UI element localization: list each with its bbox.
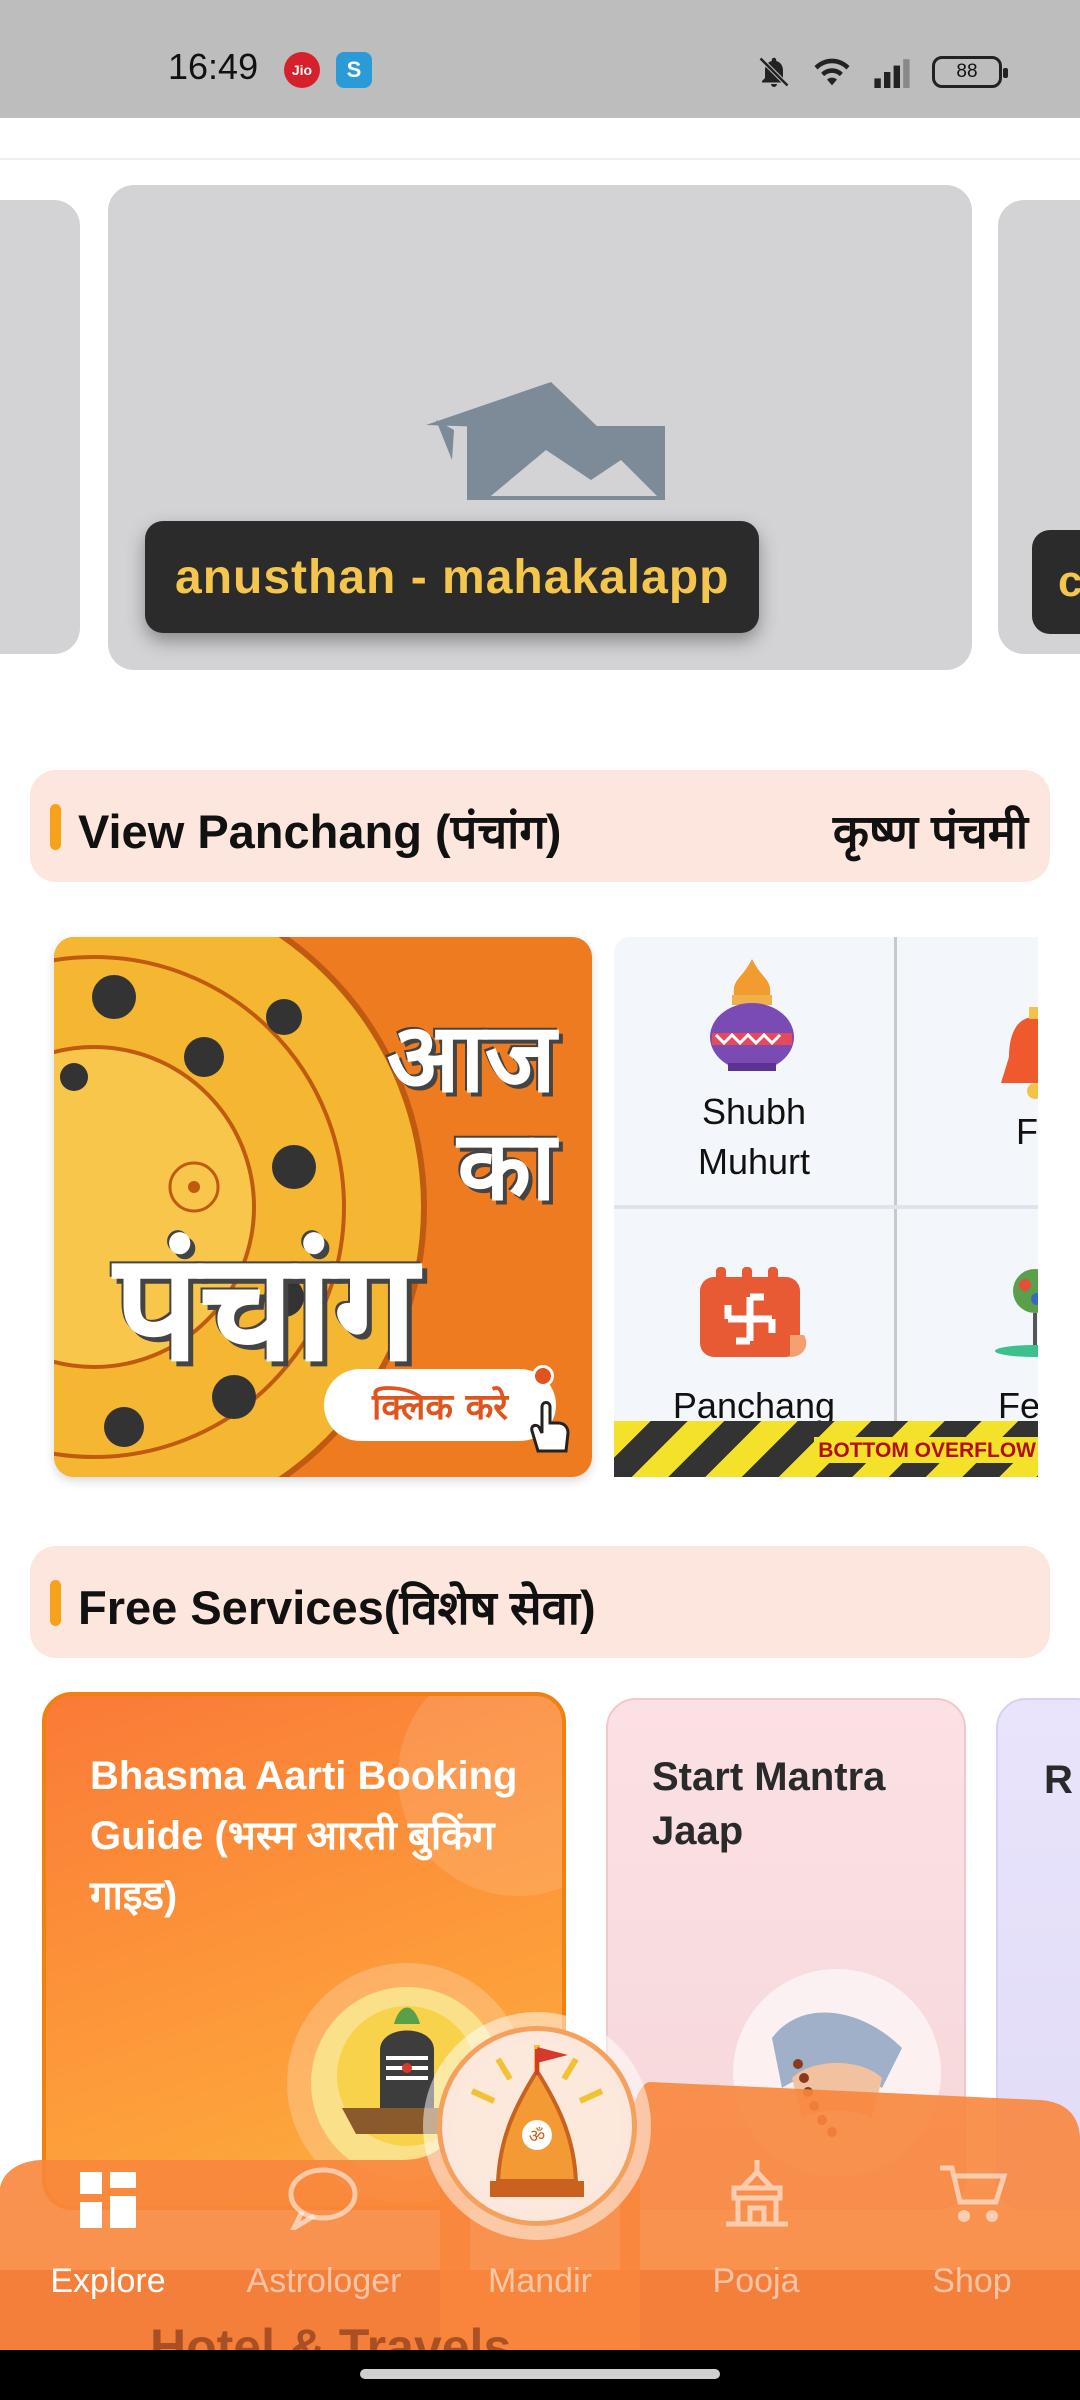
wifi-icon xyxy=(814,58,850,86)
service-title: Start Mantra Jaap xyxy=(652,1755,886,1853)
nav-item-astrologer[interactable]: Astrologer xyxy=(234,2262,414,2301)
grid-item-fa[interactable]: Fa xyxy=(897,937,1038,1205)
carousel-caption-next: c xyxy=(1032,530,1080,634)
banner-word-ka: का xyxy=(457,1110,556,1222)
svg-text:ॐ: ॐ xyxy=(529,2126,545,2147)
grid-label: Shubh xyxy=(701,1091,807,1132)
nav-item-mandir[interactable]: Mandir xyxy=(450,2262,630,2301)
status-time: 16:49 xyxy=(168,46,259,87)
section-title: View Panchang (पंचांग) xyxy=(78,805,562,858)
calendar-swastik-icon xyxy=(700,1267,807,1357)
mute-icon xyxy=(758,56,790,88)
section-title: Free Services(विशेष सेवा) xyxy=(78,1581,596,1634)
grid-item-shubh-muhurt[interactable]: Shubh Muhurt xyxy=(614,937,894,1205)
panchang-section-header[interactable]: View Panchang (पंचांग) कृष्ण पंचमी xyxy=(30,770,1050,882)
click-here-button[interactable]: क्लिक करे xyxy=(324,1369,556,1441)
image-placeholder-icon xyxy=(426,382,665,500)
panchang-grid: Shubh Muhurt Fa Panchang xyxy=(614,937,1038,1477)
service-title: R xyxy=(1044,1758,1073,1802)
system-navigation-bar xyxy=(0,2350,1080,2400)
services-section-header: Free Services(विशेष सेवा) xyxy=(30,1546,1050,1658)
section-accent-bar xyxy=(50,1580,61,1626)
grid-label: Fa xyxy=(1015,1111,1038,1152)
temple-icon: ॐ xyxy=(453,2042,621,2210)
carousel-card-next[interactable]: c xyxy=(998,200,1080,654)
nav-item-shop[interactable]: Shop xyxy=(882,2262,1062,2301)
grid-icon[interactable] xyxy=(78,2170,138,2230)
hand-pointer-icon xyxy=(530,1401,570,1453)
carousel-card-prev[interactable] xyxy=(0,200,80,654)
kalash-icon xyxy=(710,959,794,1071)
divider xyxy=(0,158,1080,160)
aaj-ka-panchang-banner[interactable]: आज का पंचांग क्लिक करे xyxy=(54,937,592,1477)
grid-label: Muhurt xyxy=(697,1141,811,1182)
overflow-warning-stripe: BOTTOM OVERFLOW xyxy=(614,1421,1038,1477)
app-notification-icon: S xyxy=(336,52,372,88)
nav-item-pooja[interactable]: Pooja xyxy=(666,2262,846,2301)
festival-icon xyxy=(995,1269,1038,1357)
click-indicator-dot xyxy=(532,1365,554,1387)
section-accent-bar xyxy=(50,804,61,850)
jio-icon: Jio xyxy=(284,52,320,88)
nav-item-explore[interactable]: Explore xyxy=(18,2262,198,2301)
battery-icon: 88 xyxy=(932,56,1008,88)
status-icons: 88 xyxy=(756,52,1008,92)
status-bar: 16:49 Jio S 88 xyxy=(0,0,1080,118)
chat-icon[interactable] xyxy=(288,2166,358,2230)
bell-icon xyxy=(1001,1007,1038,1099)
overflow-warning-text: BOTTOM OVERFLOW xyxy=(814,1437,1038,1463)
home-indicator[interactable] xyxy=(360,2369,720,2379)
tithi-label: कृष्ण पंचमी xyxy=(832,805,1028,858)
pooja-icon[interactable] xyxy=(722,2158,792,2228)
mandir-center-button[interactable]: ॐ xyxy=(437,2026,637,2226)
carousel-card-current[interactable]: anusthan - mahakalapp xyxy=(108,185,972,670)
app-screen: 16:49 Jio S 88 anusthan - mahakalapp c V… xyxy=(0,0,1080,2400)
carousel-caption: anusthan - mahakalapp xyxy=(145,521,760,633)
signal-icon xyxy=(874,59,910,88)
service-title: Bhasma Aarti Booking Guide (भस्म आरती बु… xyxy=(90,1754,518,1918)
cart-icon[interactable] xyxy=(938,2162,1008,2226)
grid-divider xyxy=(614,1205,1038,1209)
